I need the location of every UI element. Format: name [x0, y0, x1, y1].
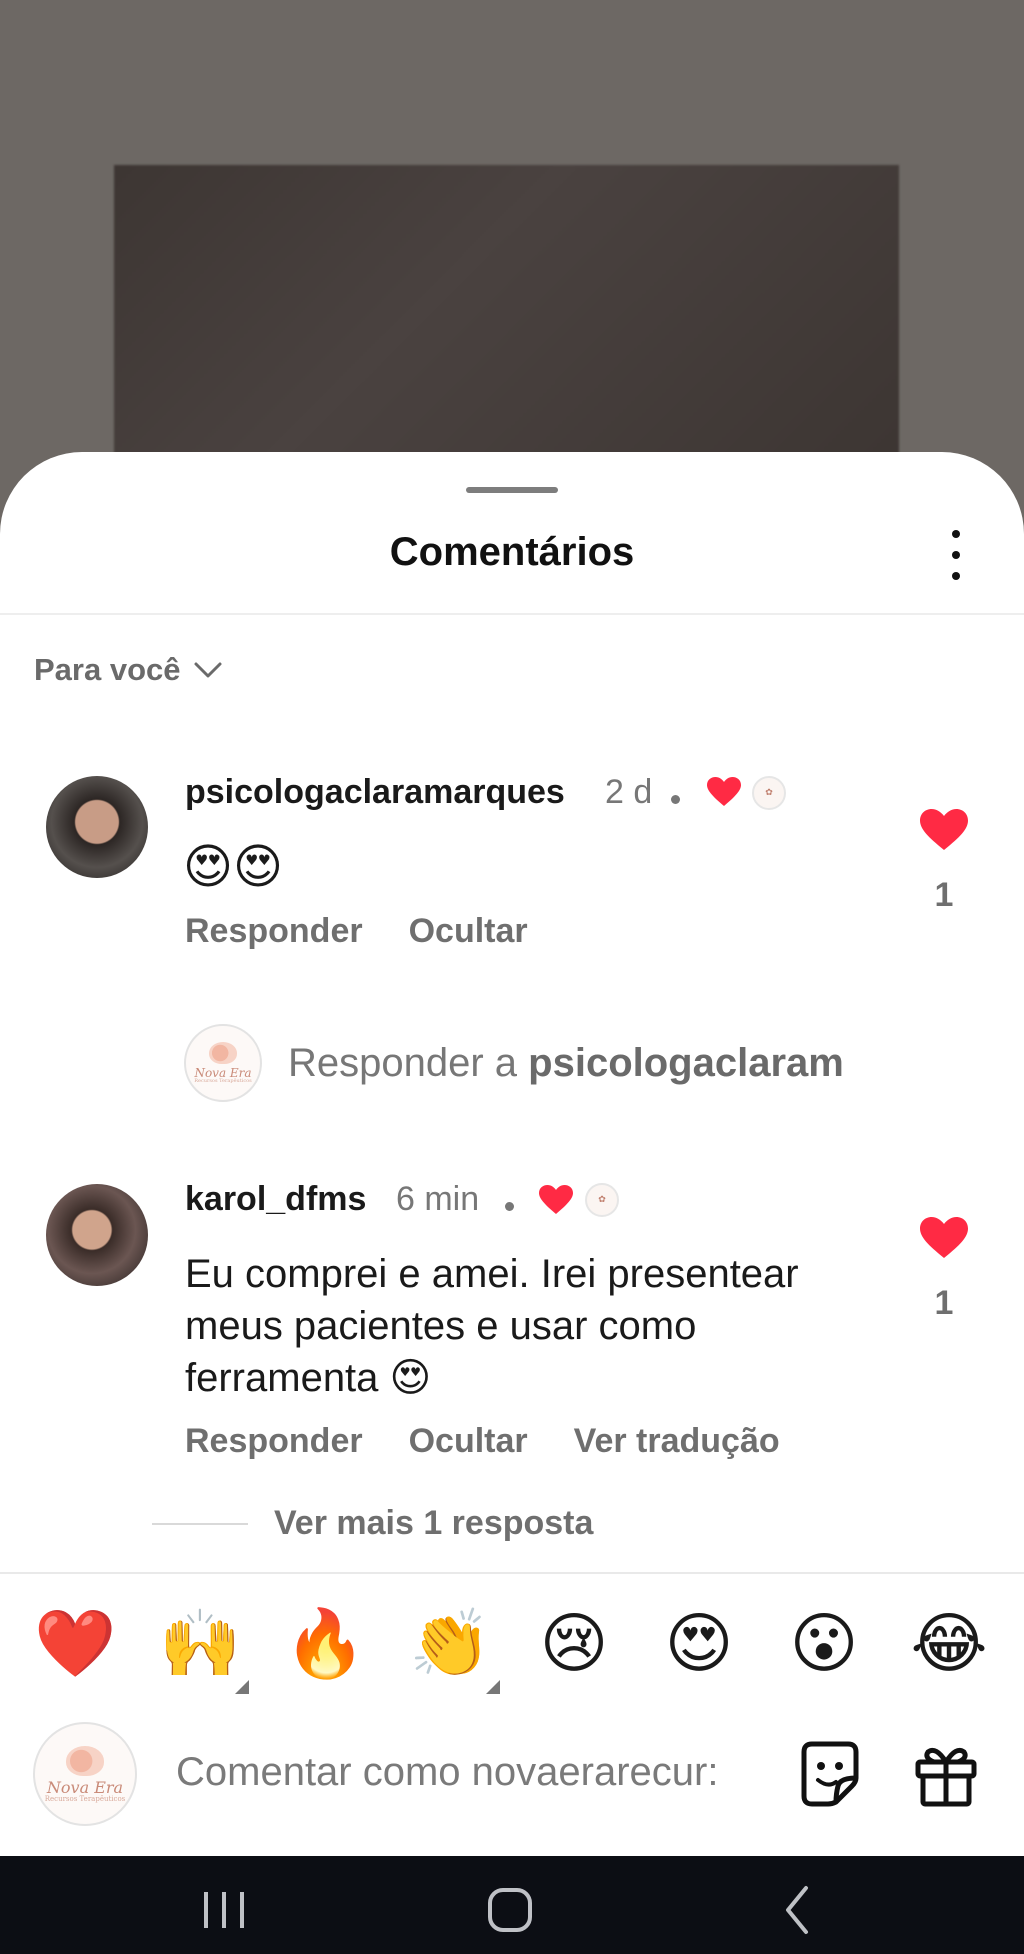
- comment-actions: Responder Ocultar: [185, 912, 528, 951]
- home-icon[interactable]: [470, 1868, 550, 1948]
- emoji-fire[interactable]: 🔥: [284, 1604, 366, 1684]
- more-vert-icon[interactable]: [945, 530, 967, 580]
- comment-text: Eu comprei e amei. Irei presentear meus …: [185, 1248, 799, 1404]
- sort-filter-dropdown[interactable]: Para você: [34, 652, 223, 688]
- separator-dot: [671, 795, 680, 804]
- reply-button[interactable]: Responder: [185, 912, 363, 951]
- comment-actions: Responder Ocultar Ver tradução: [185, 1422, 780, 1461]
- emoji-heart-eyes[interactable]: 😍: [659, 1604, 739, 1684]
- emoji-clapping[interactable]: 👏: [409, 1604, 491, 1684]
- header-divider: [0, 613, 1024, 615]
- emoji-heart[interactable]: ❤️: [34, 1604, 116, 1684]
- comment-composer: Nova Era Recursos Terapêuticos: [0, 1720, 1024, 1830]
- comment-text-line: Eu comprei e amei. Irei presentear: [185, 1252, 799, 1296]
- comment-time: 6 min: [396, 1180, 480, 1218]
- system-nav-bar: [0, 1856, 1024, 1954]
- reply-prompt[interactable]: Nova Era Recursos Terapêuticos Responder…: [184, 1024, 868, 1102]
- emoji-bar-divider: [0, 1572, 1024, 1574]
- back-icon[interactable]: [758, 1868, 838, 1948]
- drag-handle[interactable]: [466, 487, 558, 493]
- sheet-title: Comentários: [389, 530, 635, 574]
- like-count: 1: [934, 1284, 954, 1322]
- comment-username[interactable]: karol_dfms: [185, 1180, 366, 1219]
- hide-button[interactable]: Ocultar: [409, 1422, 528, 1461]
- reply-button[interactable]: Responder: [185, 1422, 363, 1461]
- emoji-surprised[interactable]: 😮: [784, 1604, 864, 1684]
- brand-avatar: Nova Era Recursos Terapêuticos: [33, 1722, 137, 1826]
- comment-text-line: meus pacientes e usar como: [185, 1304, 697, 1348]
- hide-button[interactable]: Ocultar: [409, 912, 528, 951]
- comment-time: 2 d: [605, 773, 653, 811]
- avatar-karol_dfms[interactable]: [46, 1184, 148, 1286]
- skin-tone-indicator: [486, 1680, 500, 1694]
- comment-username[interactable]: psicologaclaramarques: [185, 773, 565, 812]
- comment-text-line: ferramenta 😍: [185, 1356, 432, 1400]
- emoji-laughing[interactable]: 😂: [909, 1604, 989, 1684]
- skin-tone-indicator: [235, 1680, 249, 1694]
- sort-filter-label: Para você: [34, 652, 181, 687]
- thread-line: [152, 1522, 248, 1525]
- recents-icon[interactable]: [184, 1868, 264, 1948]
- emoji-crying[interactable]: 😢: [534, 1604, 614, 1684]
- like-heart-icon[interactable]: [919, 1216, 969, 1260]
- brain-logo-icon: [208, 1041, 238, 1065]
- see-translation-button[interactable]: Ver tradução: [574, 1422, 780, 1461]
- separator-dot: [505, 1202, 514, 1211]
- comment-input[interactable]: [176, 1742, 756, 1802]
- like-count: 1: [934, 876, 954, 914]
- comment-text: 😍😍: [183, 841, 284, 894]
- creator-mini-avatar: ✿: [585, 1183, 619, 1217]
- like-heart-icon[interactable]: [919, 808, 969, 852]
- gift-icon[interactable]: [910, 1738, 982, 1810]
- avatar-psicologaclaramarques[interactable]: [46, 776, 148, 878]
- creator-liked-heart-icon: [539, 1185, 573, 1214]
- creator-mini-avatar: ✿: [752, 776, 786, 810]
- reply-prompt-text: Responder a psicologaclaram: [288, 1040, 844, 1085]
- brand-avatar: Nova Era Recursos Terapêuticos: [184, 1024, 262, 1102]
- view-more-replies-label: Ver mais 1 resposta: [274, 1504, 594, 1542]
- sticker-icon[interactable]: [794, 1738, 866, 1810]
- creator-liked-heart-icon: [707, 777, 741, 806]
- brain-logo-icon: [66, 1745, 104, 1776]
- emoji-quick-bar: ❤️ 🙌 🔥 👏 😢 😍 😮 😂: [0, 1604, 1024, 1694]
- chevron-down-icon: [194, 662, 221, 678]
- emoji-raising-hands[interactable]: 🙌: [159, 1604, 241, 1684]
- view-more-replies[interactable]: Ver mais 1 resposta: [152, 1504, 593, 1543]
